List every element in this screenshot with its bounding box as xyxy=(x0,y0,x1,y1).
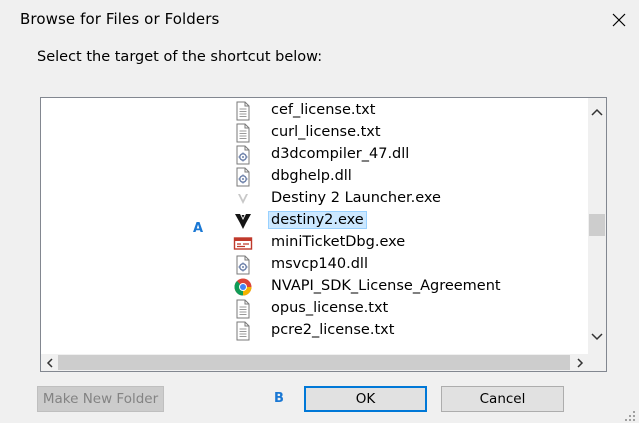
scroll-down-button[interactable] xyxy=(588,328,606,346)
text-file-icon xyxy=(233,321,253,341)
tree-item-label: msvcp140.dll xyxy=(271,256,368,272)
tree-item-label: curl_license.txt xyxy=(271,124,381,140)
chevron-right-icon xyxy=(576,357,583,368)
tree-item-selected[interactable]: destiny2.exe xyxy=(41,210,588,232)
make-new-folder-button[interactable]: Make New Folder xyxy=(37,386,164,412)
text-file-icon xyxy=(233,101,253,121)
tree-item-label: d3dcompiler_47.dll xyxy=(271,146,410,162)
tree-item-label: dbghelp.dll xyxy=(271,168,352,184)
vertical-scrollbar[interactable] xyxy=(588,98,606,354)
tree-rows: cef_license.txt curl_license.txt d3dcompil… xyxy=(41,98,588,354)
scrollbar-corner xyxy=(588,354,606,371)
tree-item-label: cef_license.txt xyxy=(271,102,376,118)
close-icon xyxy=(612,13,626,27)
scroll-up-button[interactable] xyxy=(588,103,606,121)
dll-file-icon xyxy=(233,167,253,187)
tree-item[interactable]: NVAPI_SDK_License_Agreement xyxy=(41,276,588,298)
chevron-left-icon xyxy=(46,357,53,368)
resize-grip-icon[interactable] xyxy=(624,410,636,422)
tree-item-label: pcre2_license.txt xyxy=(271,322,395,338)
text-file-icon xyxy=(233,299,253,319)
dialog-title: Browse for Files or Folders xyxy=(20,10,220,28)
tree-item[interactable]: curl_license.txt xyxy=(41,122,588,144)
destiny-launcher-icon xyxy=(233,189,253,209)
chevron-up-icon xyxy=(591,108,603,116)
scroll-left-button[interactable] xyxy=(41,354,58,371)
scroll-right-button[interactable] xyxy=(571,354,588,371)
exe-app-icon xyxy=(233,233,253,253)
chrome-icon xyxy=(233,277,253,297)
tree-item-label: opus_license.txt xyxy=(271,300,389,316)
tree-item[interactable]: d3dcompiler_47.dll xyxy=(41,144,588,166)
title-bar: Browse for Files or Folders xyxy=(0,0,639,40)
tree-item[interactable]: Destiny 2 Launcher.exe xyxy=(41,188,588,210)
cancel-button[interactable]: Cancel xyxy=(441,386,564,412)
tree-item[interactable]: cef_license.txt xyxy=(41,100,588,122)
destiny-icon xyxy=(233,211,253,231)
close-button[interactable] xyxy=(604,6,634,34)
tree-item[interactable]: pcre2_license.txt xyxy=(41,320,588,342)
chevron-down-icon xyxy=(591,333,603,341)
vertical-scroll-thumb[interactable] xyxy=(589,214,605,236)
tree-item[interactable]: miniTicketDbg.exe xyxy=(41,232,588,254)
marker-a: A xyxy=(193,221,204,236)
folder-tree[interactable]: cef_license.txt curl_license.txt d3dcompil… xyxy=(40,97,607,372)
horizontal-scrollbar[interactable] xyxy=(41,354,588,371)
tree-item[interactable]: msvcp140.dll xyxy=(41,254,588,276)
ok-button[interactable]: OK xyxy=(304,386,427,412)
tree-item-label: destiny2.exe xyxy=(268,211,367,229)
tree-item[interactable]: dbghelp.dll xyxy=(41,166,588,188)
tree-item-label: Destiny 2 Launcher.exe xyxy=(271,190,441,206)
tree-item[interactable]: opus_license.txt xyxy=(41,298,588,320)
dll-file-icon xyxy=(233,145,253,165)
horizontal-scroll-thumb[interactable] xyxy=(58,355,570,370)
text-file-icon xyxy=(233,123,253,143)
tree-item-label: miniTicketDbg.exe xyxy=(271,234,406,250)
marker-b: B xyxy=(274,391,284,406)
tree-item-label: NVAPI_SDK_License_Agreement xyxy=(271,278,501,294)
dll-file-icon xyxy=(233,255,253,275)
dialog-prompt: Select the target of the shortcut below: xyxy=(37,49,323,65)
